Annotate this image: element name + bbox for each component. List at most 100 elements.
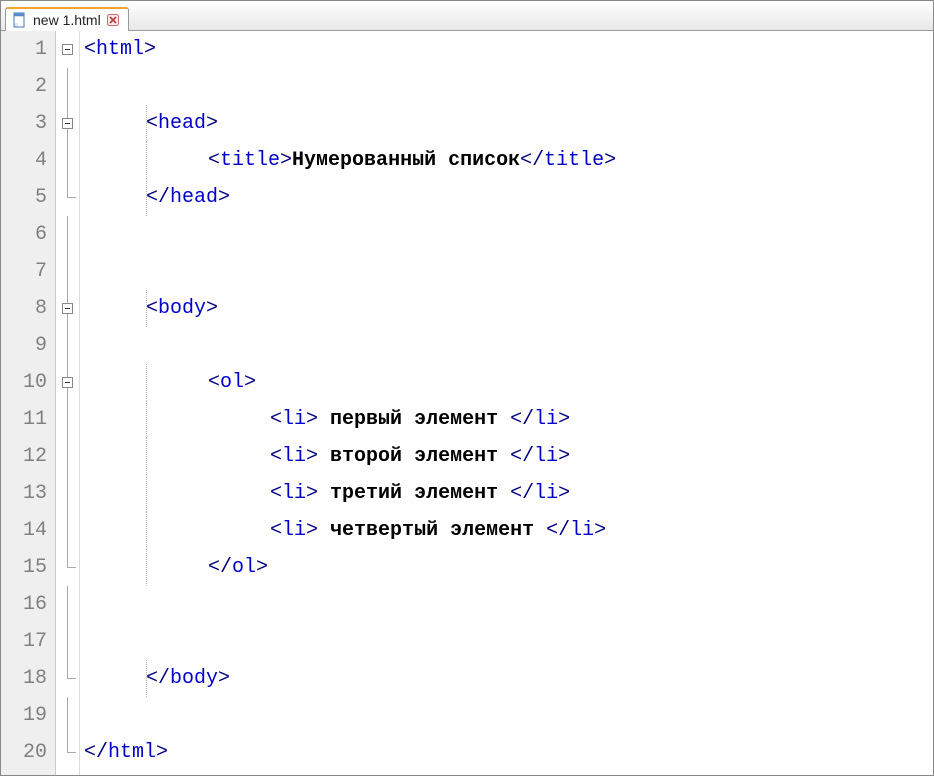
fold-cell [56, 68, 79, 105]
fold-cell[interactable] [56, 290, 79, 327]
code-line[interactable] [84, 216, 933, 253]
line-number: 6 [1, 216, 47, 253]
fold-cell [56, 697, 79, 734]
token-tag: body [170, 667, 218, 690]
token-tag: li [534, 408, 558, 431]
code-line[interactable] [84, 68, 933, 105]
token-bracket: < [208, 371, 220, 394]
token-bracket: > [594, 519, 606, 542]
token-bracket: </ [520, 149, 544, 172]
fold-cell [56, 549, 79, 586]
fold-toggle-icon[interactable] [62, 377, 73, 388]
line-number: 15 [1, 549, 47, 586]
line-number: 16 [1, 586, 47, 623]
code-line[interactable] [84, 586, 933, 623]
code-line[interactable]: <title>Нумерованный список</title> [84, 142, 933, 179]
close-icon[interactable] [106, 13, 120, 27]
line-number: 2 [1, 68, 47, 105]
token-tag: li [282, 445, 306, 468]
token-bracket: > [244, 371, 256, 394]
line-number: 9 [1, 327, 47, 364]
code-line[interactable] [84, 623, 933, 660]
token-bracket: > [604, 149, 616, 172]
token-bracket: < [270, 445, 282, 468]
token-bracket: < [146, 297, 158, 320]
token-bracket: > [206, 112, 218, 135]
editor-window: new 1.html 12345678910111213141516171819… [0, 0, 934, 776]
fold-toggle-icon[interactable] [62, 44, 73, 55]
token-bracket: > [144, 38, 156, 61]
token-text: третий элемент [318, 482, 510, 505]
code-line[interactable]: <li> четвертый элемент </li> [84, 512, 933, 549]
code-line[interactable]: <body> [84, 290, 933, 327]
token-bracket: > [218, 186, 230, 209]
token-bracket: < [208, 149, 220, 172]
token-tag: li [534, 482, 558, 505]
code-line[interactable]: <head> [84, 105, 933, 142]
line-number: 11 [1, 401, 47, 438]
code-line[interactable] [84, 327, 933, 364]
code-area[interactable]: <html><head><title>Нумерованный список</… [80, 31, 933, 775]
fold-toggle-icon[interactable] [62, 303, 73, 314]
fold-cell [56, 327, 79, 364]
token-text: второй элемент [318, 445, 510, 468]
token-bracket: </ [146, 186, 170, 209]
token-bracket: > [156, 741, 168, 764]
line-number: 4 [1, 142, 47, 179]
code-line[interactable]: </html> [84, 734, 933, 771]
fold-cell [56, 512, 79, 549]
token-tag: li [534, 445, 558, 468]
file-tab[interactable]: new 1.html [5, 7, 129, 31]
token-bracket: > [306, 445, 318, 468]
fold-cell [56, 179, 79, 216]
line-number: 8 [1, 290, 47, 327]
code-line[interactable]: <li> третий элемент </li> [84, 475, 933, 512]
token-bracket: </ [208, 556, 232, 579]
token-tag: html [108, 741, 156, 764]
token-tag: title [220, 149, 280, 172]
token-bracket: > [558, 408, 570, 431]
code-line[interactable] [84, 253, 933, 290]
fold-toggle-icon[interactable] [62, 118, 73, 129]
code-line[interactable]: </body> [84, 660, 933, 697]
token-bracket: </ [510, 445, 534, 468]
line-number: 17 [1, 623, 47, 660]
fold-column[interactable] [56, 31, 80, 775]
token-bracket: </ [546, 519, 570, 542]
code-line[interactable]: <ol> [84, 364, 933, 401]
token-bracket: < [146, 112, 158, 135]
code-line[interactable]: <li> второй элемент </li> [84, 438, 933, 475]
fold-cell[interactable] [56, 105, 79, 142]
fold-cell [56, 660, 79, 697]
code-line[interactable]: </head> [84, 179, 933, 216]
line-number: 19 [1, 697, 47, 734]
token-bracket: </ [510, 408, 534, 431]
fold-cell [56, 475, 79, 512]
token-bracket: < [270, 482, 282, 505]
token-bracket: > [306, 519, 318, 542]
code-line[interactable] [84, 697, 933, 734]
fold-cell [56, 142, 79, 179]
tab-filename: new 1.html [33, 12, 101, 28]
token-tag: ol [232, 556, 256, 579]
line-number: 5 [1, 179, 47, 216]
line-number: 20 [1, 734, 47, 771]
code-line[interactable]: <html> [84, 31, 933, 68]
token-tag: li [282, 482, 306, 505]
code-line[interactable]: <li> первый элемент </li> [84, 401, 933, 438]
fold-cell[interactable] [56, 31, 79, 68]
token-bracket: > [306, 482, 318, 505]
token-bracket: > [206, 297, 218, 320]
fold-cell[interactable] [56, 364, 79, 401]
fold-cell [56, 253, 79, 290]
token-bracket: </ [510, 482, 534, 505]
token-tag: html [96, 38, 144, 61]
token-bracket: </ [146, 667, 170, 690]
editor-area[interactable]: 1234567891011121314151617181920 <html><h… [1, 31, 933, 775]
line-number: 3 [1, 105, 47, 142]
line-number: 13 [1, 475, 47, 512]
fold-cell [56, 401, 79, 438]
token-text: первый элемент [318, 408, 510, 431]
token-bracket: > [558, 482, 570, 505]
code-line[interactable]: </ol> [84, 549, 933, 586]
